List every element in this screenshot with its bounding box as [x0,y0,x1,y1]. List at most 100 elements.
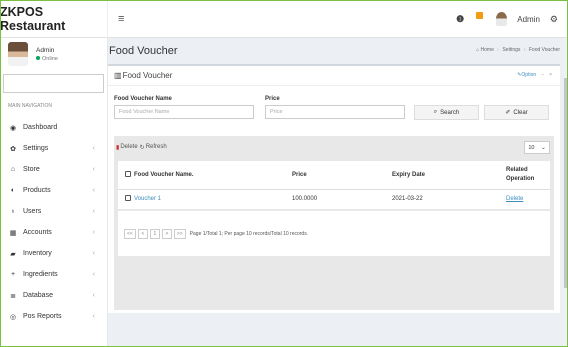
page-scrollbar[interactable] [564,38,568,347]
sidebar-item-database[interactable]: ≣ Database ‹ [0,285,107,306]
clear-button[interactable]: ✐ Clear [484,105,549,120]
box-title: Food Voucher [122,71,173,80]
pagination-info: Page 1/Total 1; Per page 10 records/Tota… [189,230,309,237]
settings-gears-icon[interactable]: ⚙ [550,14,558,25]
row-voucher-name: Voucher 1 [134,189,292,209]
sidebar-user-name: Admin [36,46,55,54]
options-label: Option [521,72,537,78]
header-right-tools: ❶ Admin ⚙ [456,0,558,38]
sidebar-item-products[interactable]: ◐ Products ‹ [0,180,107,201]
user-status-text: Online [42,55,58,62]
row-expiry-date: 2021-03-22 [392,196,423,203]
voucher-name-input[interactable]: Food Voucher Name [114,105,254,119]
col-voucher-name[interactable]: Food Voucher Name. [134,161,292,190]
price-label: Price [265,96,280,102]
truck-icon: ▰ [10,250,16,258]
nav-header: MAIN NAVIGATION [8,103,52,109]
search-button-label: Search [440,109,460,116]
row-price: 100.0000 [292,196,318,203]
eye-icon: ◎ [9,313,17,321]
page-size-value: 10 [528,144,535,151]
options-button[interactable]: ✎Option [517,72,536,78]
gear-icon: ✿ [10,145,16,153]
sidebar-item-dashboard[interactable]: ◉ Dashboard [0,117,107,138]
price-input[interactable]: Price [265,105,405,119]
online-status-icon [36,55,40,60]
search-button[interactable]: ⌕ Search [414,105,479,120]
breadcrumb-home[interactable]: Home [481,47,494,53]
menu-toggle-icon[interactable]: ≡ [118,13,124,25]
next-page-button[interactable]: > [161,228,172,239]
sidebar-item-label: Pos Reports [23,313,62,320]
select-all-checkbox[interactable] [125,170,131,177]
user-icon: ♁ [10,208,16,215]
chevron-left-icon: ‹ [92,292,95,299]
sidebar-item-users[interactable]: ♁ Users ‹ [0,201,107,222]
search-form: Food Voucher Name Food Voucher Name Pric… [114,96,554,126]
user-status: Online [36,55,58,62]
sidebar-item-label: Dashboard [23,124,58,131]
delete-button-label: Delete [120,144,138,150]
pagination: << < 1 > >> Page 1/Total 1; Per page 10 … [118,211,550,256]
user-panel: Admin Online [0,38,107,70]
select-all-cell [118,161,134,190]
header-avatar[interactable] [496,12,508,26]
page-title: Food Voucher [109,45,178,57]
delete-button[interactable]: ▮ Delete [116,144,138,151]
sidebar-item-pos-reports[interactable]: ◎ Pos Reports ‹ [0,306,107,327]
calculator-icon: ▦ [9,229,17,237]
first-page-button[interactable]: << [124,228,136,239]
header-user-name[interactable]: Admin [517,15,540,24]
minimize-icon[interactable]: − [541,72,544,78]
sidebar-item-ingredients[interactable]: + Ingredients ‹ [0,264,107,285]
chevron-left-icon: ‹ [92,187,95,194]
table-row: Voucher 1 100.0000 2021-03-22 Delete [118,189,550,209]
info-icon[interactable]: ❶ [456,14,464,25]
brand-logo-text[interactable]: ZKPOS Restaurant [0,0,108,38]
close-icon[interactable]: × [549,72,552,78]
chevron-left-icon: ‹ [92,145,95,152]
sidebar-item-accounts[interactable]: ▦ Accounts ‹ [0,222,107,243]
top-header: ZKPOS Restaurant ≡ ❶ Admin ⚙ [0,0,568,38]
building-icon: ▥ [114,71,122,80]
scrollbar-thumb[interactable] [564,78,568,288]
clear-button-label: Clear [513,109,528,116]
row-operation: Delete [506,189,550,209]
refresh-button[interactable]: ↻ Refresh [140,144,167,151]
sidebar-item-store[interactable]: ⌂ Store ‹ [0,159,107,180]
page-size-select[interactable]: 10 ⌄ [524,141,550,154]
eraser-icon: ✐ [505,110,511,116]
sidebar-nav: ◉ Dashboard ✿ Settings ‹ ⌂ Store ‹ ◐ Products ‹ ♁ Us… [0,117,107,327]
chevron-left-icon: ‹ [92,250,95,257]
breadcrumb-separator: › [523,47,526,53]
row-delete-link[interactable]: Delete [506,196,523,202]
chevron-left-icon: ‹ [92,166,95,173]
prev-page-button[interactable]: < [137,228,148,239]
col-price[interactable]: Price [292,161,392,190]
breadcrumb: ⌂ Home › Settings › Food Voucher [476,47,560,53]
col-expiry-date[interactable]: Expiry Date [392,161,506,190]
voucher-name-label: Food Voucher Name [114,96,172,102]
voucher-name-link[interactable]: Voucher 1 [134,196,161,202]
chevron-left-icon: ‹ [92,271,95,278]
sidebar-item-label: Settings [23,145,49,152]
chevron-down-icon: ⌄ [541,144,546,151]
page-number-button[interactable]: 1 [149,228,160,239]
breadcrumb-separator: › [497,47,499,53]
box-header: ▥ Food Voucher [108,66,560,86]
sidebar-item-inventory[interactable]: ▰ Inventory ‹ [0,243,107,264]
table-header-row: Food Voucher Name. Price Expiry Date Rel… [118,161,550,190]
notification-bell-icon[interactable] [474,12,486,26]
row-checkbox[interactable] [125,195,131,202]
trash-icon: ▮ [116,144,120,151]
notification-badge [476,12,484,19]
sidebar-item-label: Inventory [23,250,52,257]
breadcrumb-settings[interactable]: Settings [502,47,520,53]
last-page-button[interactable]: >> [173,228,186,239]
chevron-left-icon: ‹ [92,208,95,215]
sidebar-item-label: Users [23,208,42,215]
sidebar-search-input[interactable] [3,74,104,93]
sidebar-item-settings[interactable]: ✿ Settings ‹ [0,138,107,159]
grid-toolbar: ▮ Delete ↻ Refresh [114,136,554,158]
row-checkbox-cell [118,189,134,209]
